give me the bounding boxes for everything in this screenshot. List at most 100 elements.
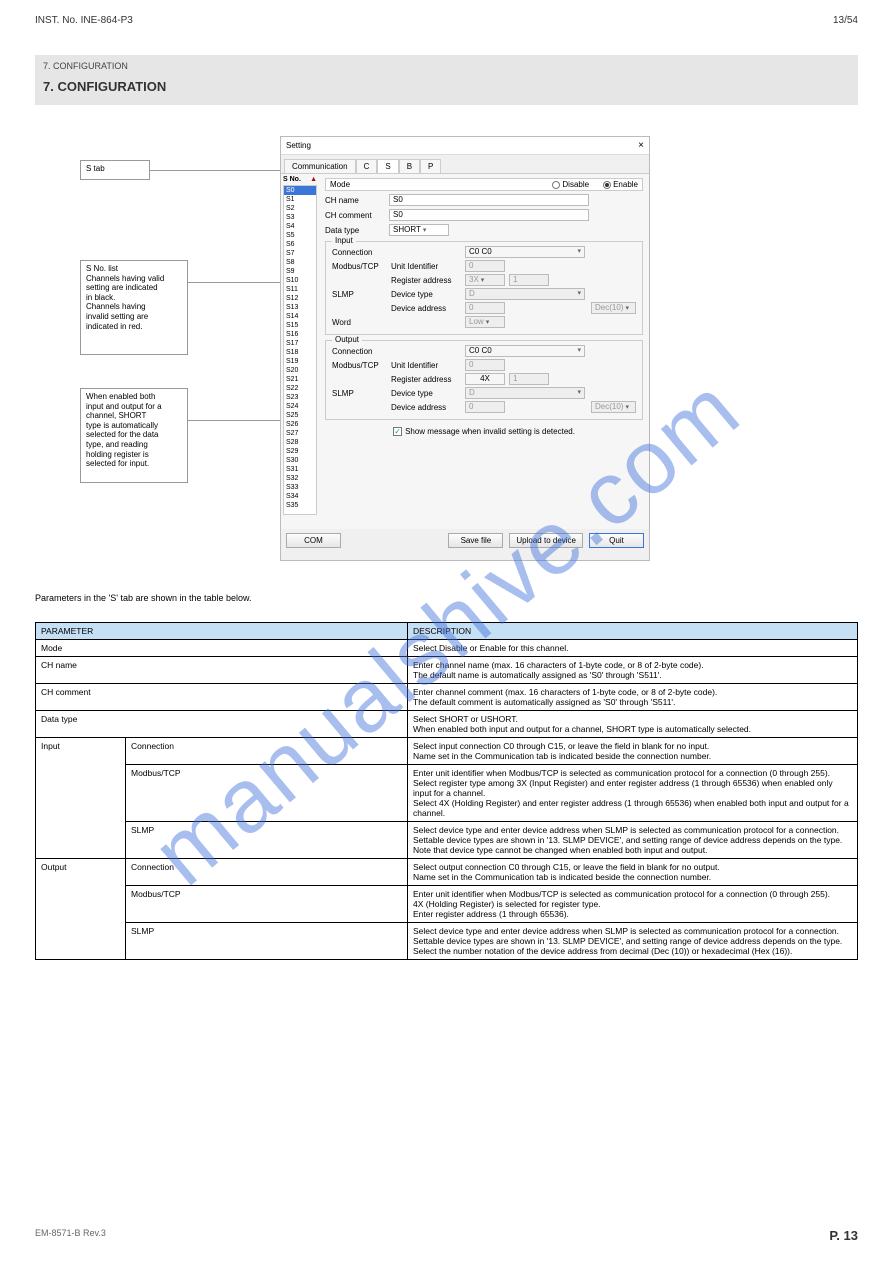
- table-row: SLMP Select device type and enter device…: [36, 822, 858, 859]
- sno-item[interactable]: S28: [284, 438, 316, 447]
- sno-item[interactable]: S12: [284, 294, 316, 303]
- footer-page-number: P. 13: [829, 1228, 858, 1243]
- sno-item[interactable]: S15: [284, 321, 316, 330]
- sno-item[interactable]: S20: [284, 366, 316, 375]
- sno-item[interactable]: S34: [284, 492, 316, 501]
- output-devaddr-label: Device address: [391, 403, 461, 412]
- sno-item[interactable]: S14: [284, 312, 316, 321]
- input-unit-label: Unit Identifier: [391, 262, 461, 271]
- sno-item[interactable]: S4: [284, 222, 316, 231]
- upload-button[interactable]: Upload to device: [509, 533, 583, 548]
- sno-item[interactable]: S9: [284, 267, 316, 276]
- input-devtype-select[interactable]: D▾: [465, 288, 585, 300]
- sno-item[interactable]: S30: [284, 456, 316, 465]
- output-reg-prefix[interactable]: 4X: [465, 373, 505, 385]
- table-row: SLMP Select device type and enter device…: [36, 923, 858, 960]
- sno-header-label: S No.: [283, 176, 301, 183]
- sno-item[interactable]: S24: [284, 402, 316, 411]
- th-description: DESCRIPTION: [408, 623, 858, 640]
- table-row: Modbus/TCP Enter unit identifier when Mo…: [36, 886, 858, 923]
- input-dec-select[interactable]: Dec(10)▾: [591, 302, 636, 314]
- dialog-titlebar[interactable]: Setting ×: [281, 137, 649, 155]
- tab-c[interactable]: C: [356, 159, 378, 173]
- sno-item[interactable]: S8: [284, 258, 316, 267]
- sno-item[interactable]: S31: [284, 465, 316, 474]
- sno-item[interactable]: S33: [284, 483, 316, 492]
- sno-item[interactable]: S25: [284, 411, 316, 420]
- footer-left: EM-8571-B Rev.3: [35, 1228, 106, 1243]
- radio-enable[interactable]: Enable: [603, 180, 638, 189]
- input-reg-value[interactable]: 1: [509, 274, 549, 286]
- sno-item[interactable]: S11: [284, 285, 316, 294]
- sno-item[interactable]: S23: [284, 393, 316, 402]
- chevron-down-icon: ▾: [423, 226, 427, 234]
- table-row: Modbus/TCP Enter unit identifier when Mo…: [36, 765, 858, 822]
- sno-item[interactable]: S18: [284, 348, 316, 357]
- output-unit-input[interactable]: 0: [465, 359, 505, 371]
- input-reg-prefix[interactable]: 3X▾: [465, 274, 505, 286]
- input-unit-input[interactable]: 0: [465, 260, 505, 272]
- output-devtype-label: Device type: [391, 389, 461, 398]
- sno-item[interactable]: S3: [284, 213, 316, 222]
- chname-label: CH name: [325, 196, 385, 205]
- sno-item[interactable]: S16: [284, 330, 316, 339]
- input-devtype-label: Device type: [391, 290, 461, 299]
- sno-item[interactable]: S17: [284, 339, 316, 348]
- sno-item[interactable]: S22: [284, 384, 316, 393]
- input-word-label: Word: [332, 318, 387, 327]
- table-row: Mode Select Disable or Enable for this c…: [36, 640, 858, 657]
- sno-item[interactable]: S35: [284, 501, 316, 510]
- chname-input[interactable]: S0: [389, 194, 589, 206]
- chcomment-label: CH comment: [325, 211, 385, 220]
- sno-item[interactable]: S1: [284, 195, 316, 204]
- sno-item[interactable]: S26: [284, 420, 316, 429]
- output-devtype-select[interactable]: D▾: [465, 387, 585, 399]
- tab-row: Communication C S B P: [281, 159, 649, 173]
- sno-item[interactable]: S13: [284, 303, 316, 312]
- tab-communication[interactable]: Communication: [284, 159, 356, 173]
- chcomment-input[interactable]: S0: [389, 209, 589, 221]
- dialog-title: Setting: [286, 141, 311, 150]
- output-devaddr-input[interactable]: 0: [465, 401, 505, 413]
- save-file-button[interactable]: Save file: [448, 533, 503, 548]
- leader-line-1: [150, 170, 285, 171]
- show-message-checkbox[interactable]: ✓: [393, 427, 402, 436]
- sno-item[interactable]: S29: [284, 447, 316, 456]
- section-title: 7. CONFIGURATION: [43, 79, 166, 94]
- sno-item[interactable]: S0: [284, 186, 316, 195]
- datatype-select[interactable]: SHORT▾: [389, 224, 449, 236]
- table-row: Data type Select SHORT or USHORT. When e…: [36, 711, 858, 738]
- callout-sno-list: S No. list Channels having valid setting…: [80, 260, 188, 355]
- tab-s[interactable]: S: [377, 159, 398, 173]
- quit-button[interactable]: Quit: [589, 533, 644, 548]
- sort-icon[interactable]: ▲: [310, 176, 317, 183]
- sno-item[interactable]: S10: [284, 276, 316, 285]
- output-connection-select[interactable]: C0 C0▾: [465, 345, 585, 357]
- input-devaddr-label: Device address: [391, 304, 461, 313]
- com-button[interactable]: COM: [286, 533, 341, 548]
- sno-item[interactable]: S32: [284, 474, 316, 483]
- sno-item[interactable]: S6: [284, 240, 316, 249]
- sno-item[interactable]: S21: [284, 375, 316, 384]
- close-icon[interactable]: ×: [638, 140, 644, 151]
- radio-disable[interactable]: Disable: [552, 180, 589, 189]
- input-slmp-label: SLMP: [332, 290, 387, 299]
- input-devaddr-input[interactable]: 0: [465, 302, 505, 314]
- input-connection-select[interactable]: C0 C0▾: [465, 246, 585, 258]
- sno-list[interactable]: S0S1S2S3S4S5S6S7S8S9S10S11S12S13S14S15S1…: [283, 185, 317, 515]
- sno-item[interactable]: S2: [284, 204, 316, 213]
- sno-item[interactable]: S7: [284, 249, 316, 258]
- output-reg-value[interactable]: 1: [509, 373, 549, 385]
- chname-row: CH name S0: [325, 194, 643, 206]
- section-header-bar: 7. CONFIGURATION 7. CONFIGURATION: [35, 55, 858, 105]
- input-word-select[interactable]: Low▾: [465, 316, 505, 328]
- sno-item[interactable]: S19: [284, 357, 316, 366]
- sno-column: S No. ▲ S0S1S2S3S4S5S6S7S8S9S10S11S12S13…: [281, 174, 319, 529]
- tab-b[interactable]: B: [399, 159, 420, 173]
- tab-p[interactable]: P: [420, 159, 441, 173]
- sno-item[interactable]: S5: [284, 231, 316, 240]
- callout-s-tab: S tab: [80, 160, 150, 180]
- output-dec-select[interactable]: Dec(10)▾: [591, 401, 636, 413]
- sno-item[interactable]: S27: [284, 429, 316, 438]
- output-unit-label: Unit Identifier: [391, 361, 461, 370]
